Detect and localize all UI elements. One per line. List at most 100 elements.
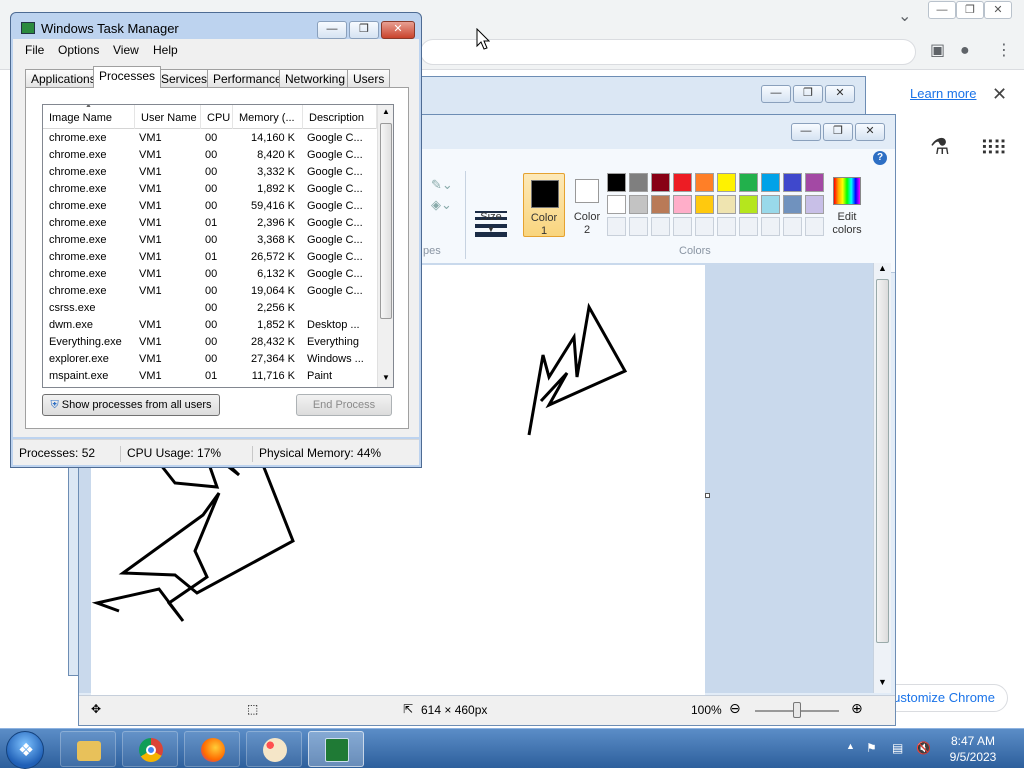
process-list-scrollbar[interactable]: ▲ ▼	[377, 105, 393, 387]
menu-help[interactable]: Help	[153, 43, 178, 57]
action-center-icon[interactable]: ⚑	[866, 741, 877, 755]
system-clock[interactable]: 8:47 AM 9/5/2023	[944, 733, 1002, 765]
show-hidden-icons[interactable]: ▲	[846, 741, 855, 751]
tab-applications[interactable]: Applications	[25, 69, 102, 87]
taskbar-chrome[interactable]	[122, 731, 178, 767]
zoom-out-icon[interactable]: ⊖	[729, 700, 741, 717]
tab-services[interactable]: Services	[155, 69, 214, 87]
zoom-in-icon[interactable]: ⊕	[851, 700, 863, 717]
physical-memory: Physical Memory: 44%	[259, 446, 382, 460]
tab-processes[interactable]: Processes	[93, 66, 162, 88]
start-button[interactable]: ❖	[6, 731, 44, 769]
zoom-slider-thumb[interactable]	[793, 702, 801, 718]
table-row[interactable]: explorer.exe VM1 00 27,364 K Windows ...	[43, 351, 377, 368]
canvas-resize-handle[interactable]	[705, 493, 710, 498]
process-image-name: dwm.exe	[49, 319, 94, 331]
process-memory: 19,064 K	[250, 285, 295, 297]
column-user-name[interactable]: User Name	[135, 105, 201, 129]
process-cpu: 01	[205, 217, 218, 229]
paint-status-bar: ✥ ⬚ ⇱ 614 × 460px 100% ⊖ ⊕	[79, 695, 895, 725]
minimize-button[interactable]: —	[317, 21, 347, 39]
chrome-close-button[interactable]: ✕	[984, 1, 1012, 19]
table-row[interactable]: Everything.exe VM1 00 28,432 K Everything	[43, 334, 377, 351]
vertical-scrollbar[interactable]: ▲ ▼	[873, 263, 891, 693]
taskbar-paint[interactable]	[246, 731, 302, 767]
bg-maximize-button[interactable]: ❐	[793, 85, 823, 103]
address-bar[interactable]	[420, 39, 916, 65]
table-row[interactable]: chrome.exe VM1 00 8,420 K Google C...	[43, 147, 377, 164]
table-row[interactable]: csrss.exe 00 2,256 K	[43, 300, 377, 317]
process-image-name: chrome.exe	[49, 166, 107, 178]
column-description[interactable]: Description	[303, 105, 377, 129]
bg-minimize-button[interactable]: —	[761, 85, 791, 103]
chrome-minimize-button[interactable]: —	[928, 1, 956, 19]
process-description: Google C...	[307, 149, 363, 161]
process-list-scrollbar-thumb[interactable]	[380, 123, 392, 319]
customize-chrome-button[interactable]: ustomize Chrome	[878, 684, 1008, 712]
table-row[interactable]: chrome.exe VM1 00 6,132 K Google C...	[43, 266, 377, 283]
tab-performance[interactable]: Performance	[207, 69, 288, 87]
google-apps-icon[interactable]: ⠿⠿	[980, 136, 1007, 161]
table-row[interactable]: mspaint.exe VM1 01 11,716 K Paint	[43, 368, 377, 385]
process-cpu: 00	[205, 132, 218, 144]
menu-kebab-icon[interactable]: ⋮	[996, 42, 1012, 60]
close-icon[interactable]: ✕	[992, 84, 1007, 105]
profile-icon[interactable]: ●	[960, 42, 970, 60]
taskbar: ❖ ▲ ⚑ ▤ 🔇 8:47 AM 9/5/2023	[0, 728, 1024, 769]
tab-search-icon[interactable]: ⌄	[898, 8, 911, 26]
table-row[interactable]: chrome.exe VM1 00 59,416 K Google C...	[43, 198, 377, 215]
tab-users[interactable]: Users	[347, 69, 391, 87]
scroll-down-icon[interactable]: ▼	[878, 677, 887, 687]
table-row[interactable]: chrome.exe VM1 00 1,892 K Google C...	[43, 181, 377, 198]
process-user-name: VM1	[139, 234, 162, 246]
process-list[interactable]: Image Name ▲ User Name CPU Memory (... D…	[42, 104, 394, 388]
table-row[interactable]: chrome.exe VM1 00 19,064 K Google C...	[43, 283, 377, 300]
menu-options[interactable]: Options	[58, 43, 99, 57]
taskbar-firefox[interactable]	[184, 731, 240, 767]
table-row[interactable]: dwm.exe VM1 00 1,852 K Desktop ...	[43, 317, 377, 334]
taskbar-explorer[interactable]	[60, 731, 116, 767]
column-cpu[interactable]: CPU	[201, 105, 233, 129]
windows-logo-icon: ❖	[18, 740, 35, 760]
vertical-scrollbar-thumb[interactable]	[876, 279, 889, 643]
show-all-processes-button[interactable]: ⛨ Show processes from all users	[42, 394, 220, 416]
table-row[interactable]: chrome.exe VM1 00 3,368 K Google C...	[43, 232, 377, 249]
volume-muted-icon[interactable]: 🔇	[916, 741, 931, 755]
paint-palette-icon	[263, 738, 287, 762]
process-cpu: 00	[205, 183, 218, 195]
maximize-button[interactable]: ❐	[349, 21, 379, 39]
uac-shield-icon: ⛨	[50, 399, 59, 411]
scroll-down-icon[interactable]: ▼	[382, 373, 390, 382]
process-user-name: VM1	[139, 217, 162, 229]
menu-view[interactable]: View	[113, 43, 139, 57]
labs-flask-icon[interactable]: ⚗	[930, 134, 950, 160]
chrome-restore-button[interactable]: ❐	[956, 1, 984, 19]
table-row[interactable]: chrome.exe VM1 00 14,160 K Google C...	[43, 130, 377, 147]
learn-more-link[interactable]: Learn more	[910, 86, 976, 101]
process-image-name: chrome.exe	[49, 285, 107, 297]
taskbar-task-manager[interactable]	[308, 731, 364, 767]
table-row[interactable]: chrome.exe VM1 01 26,572 K Google C...	[43, 249, 377, 266]
process-description: Google C...	[307, 217, 363, 229]
table-row[interactable]: chrome.exe VM1 01 2,396 K Google C...	[43, 215, 377, 232]
column-memory[interactable]: Memory (...	[233, 105, 303, 129]
end-process-button[interactable]: End Process	[296, 394, 392, 416]
process-user-name: VM1	[139, 251, 162, 263]
process-image-name: Everything.exe	[49, 336, 122, 348]
customize-chrome-label: ustomize Chrome	[893, 690, 995, 705]
process-memory: 6,132 K	[257, 268, 295, 280]
tab-networking[interactable]: Networking	[279, 69, 352, 87]
table-row[interactable]: chrome.exe VM1 00 3,332 K Google C...	[43, 164, 377, 181]
side-panel-icon[interactable]: ▣	[930, 42, 945, 60]
close-button[interactable]: ✕	[381, 21, 415, 39]
process-description: Paint	[307, 370, 333, 382]
menu-bar: File Options View Help	[13, 39, 419, 61]
scroll-up-icon[interactable]: ▲	[878, 263, 887, 273]
folder-icon	[77, 741, 101, 761]
scroll-up-icon[interactable]: ▲	[382, 107, 390, 116]
task-manager-window: Windows Task Manager — ❐ ✕ File Options …	[10, 12, 422, 468]
menu-file[interactable]: File	[25, 43, 44, 57]
process-memory: 28,432 K	[250, 336, 295, 348]
bg-close-button[interactable]: ✕	[825, 85, 855, 103]
network-icon[interactable]: ▤	[892, 741, 903, 755]
